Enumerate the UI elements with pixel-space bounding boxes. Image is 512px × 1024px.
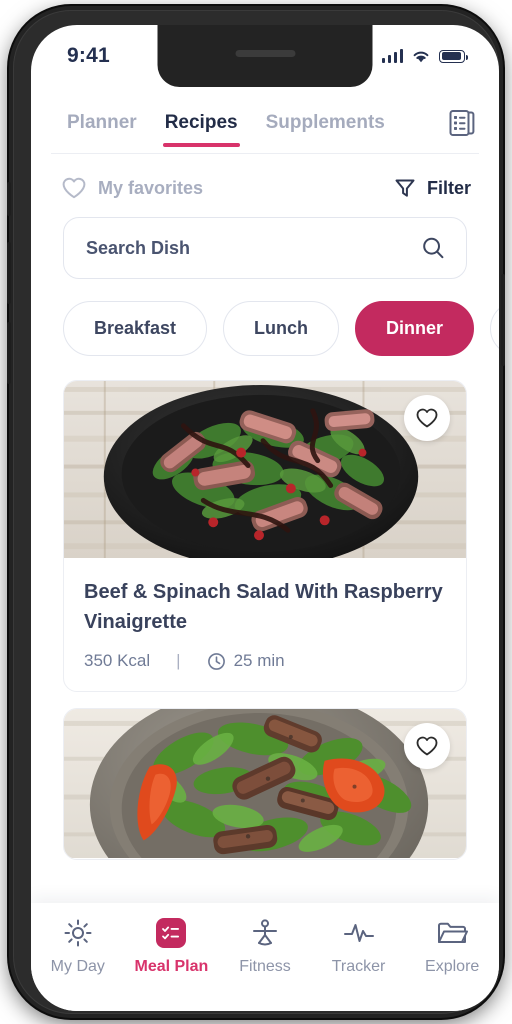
bottom-navigation: My Day Meal Plan Fitness Tracker Explore — [31, 903, 499, 1011]
recipe-card-body: Beef & Spinach Salad With Raspberry Vina… — [64, 559, 466, 691]
category-chip-row[interactable]: Breakfast Lunch Dinner — [31, 279, 499, 356]
volume-down-button[interactable] — [7, 322, 11, 384]
recipe-card-list: Beef & Spinach Salad With Raspberry Vina… — [31, 356, 499, 860]
filter-button[interactable]: Filter — [393, 176, 471, 200]
status-time: 9:41 — [67, 44, 110, 67]
chip-dinner[interactable]: Dinner — [355, 301, 475, 356]
nav-label: My Day — [50, 958, 105, 975]
phone-screen: 9:41 Planner Recipes Supplements My favo… — [31, 25, 499, 1011]
recipe-time-group: 25 min — [207, 651, 285, 671]
filter-label: Filter — [426, 177, 471, 198]
wifi-icon — [413, 51, 429, 62]
nav-item-explore[interactable]: Explore — [406, 917, 498, 976]
favorite-button[interactable] — [404, 395, 450, 441]
clock-icon — [207, 652, 225, 670]
heart-icon — [62, 177, 86, 199]
nav-label: Fitness — [239, 958, 291, 975]
nav-item-my-day[interactable]: My Day — [32, 917, 124, 976]
document-list-icon — [449, 110, 475, 136]
favorites-filter-row: My favorites Filter — [31, 154, 499, 200]
nav-item-meal-plan[interactable]: Meal Plan — [125, 917, 217, 976]
recipe-card[interactable]: Beef & Spinach Salad With Raspberry Vina… — [63, 380, 467, 692]
document-list-button[interactable] — [447, 107, 481, 139]
battery-icon — [439, 49, 468, 63]
meta-separator: | — [176, 651, 181, 670]
nav-label: Meal Plan — [134, 958, 209, 975]
my-favorites-button[interactable]: My favorites — [61, 176, 203, 200]
mute-switch[interactable] — [7, 182, 11, 216]
nav-label: Tracker — [331, 958, 386, 975]
tab-planner[interactable]: Planner — [53, 93, 151, 153]
top-tab-bar: Planner Recipes Supplements — [31, 87, 499, 153]
recipe-time: 25 min — [233, 651, 285, 670]
recipe-card[interactable] — [63, 708, 467, 860]
search-input[interactable] — [86, 237, 420, 259]
chip-next-partial[interactable] — [490, 301, 499, 356]
signal-bars-icon — [381, 49, 403, 63]
pulse-icon — [343, 917, 375, 949]
chip-breakfast[interactable]: Breakfast — [63, 301, 208, 356]
heart-icon — [416, 408, 438, 428]
notch — [157, 25, 373, 87]
nav-item-fitness[interactable]: Fitness — [219, 917, 311, 976]
recipe-image — [64, 381, 466, 559]
folder-icon — [436, 917, 469, 949]
chip-lunch[interactable]: Lunch — [223, 301, 340, 356]
recipe-image — [64, 709, 466, 859]
tab-supplements[interactable]: Supplements — [252, 93, 399, 153]
sun-icon — [63, 917, 93, 949]
speaker-grille — [235, 50, 295, 57]
search-box[interactable] — [63, 217, 467, 279]
phone-frame: 9:41 Planner Recipes Supplements My favo… — [7, 6, 505, 1018]
checklist-icon — [156, 917, 187, 949]
tab-recipes[interactable]: Recipes — [151, 93, 252, 153]
arugula-steak-bowl-photo — [64, 709, 466, 859]
nav-label: Explore — [425, 958, 480, 975]
recipe-title: Beef & Spinach Salad With Raspberry Vina… — [84, 581, 443, 633]
search-section — [31, 200, 499, 279]
volume-up-button[interactable] — [7, 242, 11, 304]
my-favorites-label: My favorites — [98, 177, 204, 198]
favorite-button[interactable] — [404, 723, 450, 769]
nav-item-tracker[interactable]: Tracker — [313, 917, 405, 976]
recipe-calories: 350 Kcal — [84, 651, 151, 670]
recipe-meta: 350 Kcal | 25 min — [84, 651, 446, 671]
funnel-icon — [395, 179, 415, 197]
search-icon[interactable] — [420, 235, 446, 261]
power-button[interactable] — [501, 274, 505, 366]
yoga-person-icon — [250, 917, 280, 949]
heart-icon — [416, 736, 438, 756]
status-icons — [381, 49, 468, 64]
